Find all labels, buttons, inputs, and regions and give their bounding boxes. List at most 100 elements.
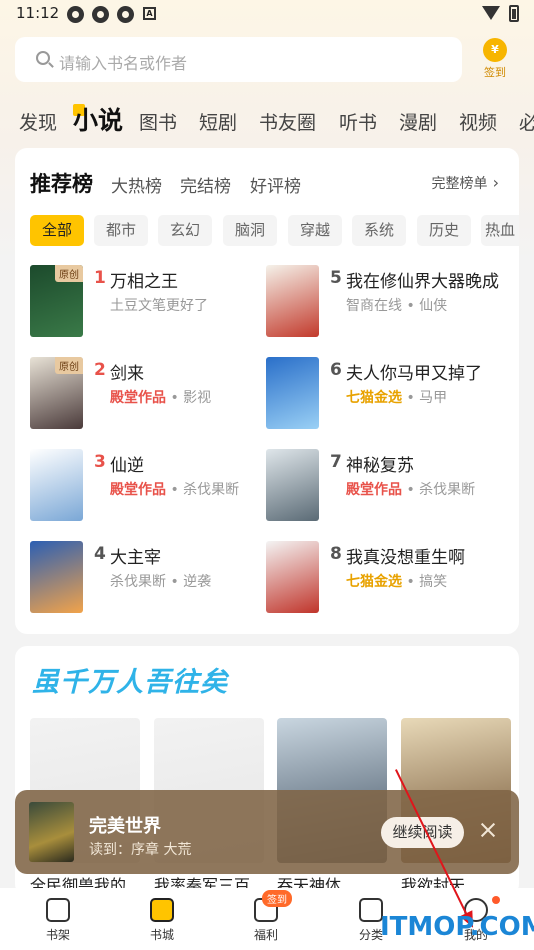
wifi-icon (482, 6, 500, 20)
rank-number: 1 (94, 268, 106, 288)
status-time: 11:12 (16, 4, 60, 22)
book-cover[interactable] (266, 265, 319, 337)
tab-books[interactable]: 图书 (139, 108, 177, 135)
signin-label: 签到 (484, 66, 506, 79)
book-meta: 杀伐果断 • 逆袭 (110, 571, 211, 591)
tab-completed-ranking[interactable]: 完结榜 (180, 172, 231, 197)
nav-label: 书城 (149, 928, 174, 942)
nav-bookstore[interactable]: 书城 (122, 888, 202, 950)
book-label-tag: 七猫金选 (346, 390, 402, 406)
book-cover[interactable] (266, 541, 319, 613)
ranking-book-item[interactable]: 5 我在修仙界大器晚成智商在线 • 仙侠 (266, 265, 501, 337)
watermark-text: ITMOP.COM (380, 912, 534, 942)
tab-discover[interactable]: 发现 (19, 108, 57, 135)
tab-novel[interactable]: 小说 (73, 101, 123, 137)
tab-more[interactable]: 必 (519, 108, 534, 135)
rank-number: 5 (330, 268, 342, 288)
ranking-book-item[interactable]: 7 神秘复苏殿堂作品 • 杀伐果断 (266, 449, 501, 521)
ranking-book-item[interactable]: 原创 1 万相之王土豆文笔更好了 (30, 265, 265, 337)
book-title: 我在修仙界大器晚成 (346, 272, 499, 292)
continue-reading-bar[interactable]: 完美世界 读到：序章 大荒 继续阅读 (15, 790, 519, 874)
app-notification-icon (117, 6, 134, 23)
nav-welfare[interactable]: 签到 福利 (226, 888, 306, 950)
original-badge: 原创 (55, 357, 83, 374)
tab-rated-ranking[interactable]: 好评榜 (250, 172, 301, 197)
book-meta-text: 杀伐果断 (419, 482, 476, 498)
book-cover[interactable] (266, 357, 319, 429)
book-meta: 土豆文笔更好了 (110, 295, 208, 315)
book-cover[interactable] (30, 449, 83, 521)
genre-chip-system[interactable]: 系统 (352, 215, 406, 246)
book-meta-text: 智商在线 • 仙侠 (346, 298, 448, 314)
coin-icon: ¥ (483, 38, 507, 62)
book-title: 我真没想重生啊 (346, 548, 465, 568)
channel-tabs: 发现 小说 图书 短剧 书友圈 听书 漫剧 视频 必 (0, 100, 534, 140)
book-title: 仙逆 (110, 456, 144, 476)
book-meta-text: 杀伐果断 (183, 482, 240, 498)
book-cover[interactable]: 原创 (30, 357, 83, 429)
genre-chip-urban[interactable]: 都市 (94, 215, 148, 246)
recommend-slogan: 虽千万人吾往矣 (32, 667, 228, 698)
close-icon[interactable] (480, 822, 496, 838)
tab-short-drama[interactable]: 短剧 (199, 108, 237, 135)
bookshelf-icon (46, 898, 70, 922)
genre-chip-all[interactable]: 全部 (30, 215, 84, 246)
ranking-book-item[interactable]: 原创 2 剑来 殿堂作品 • 影视 (30, 357, 265, 429)
app-notification-icon (92, 6, 109, 23)
book-meta-text: 影视 (183, 390, 212, 406)
ranking-book-item[interactable]: 8 我真没想重生啊七猫金选 • 搞笑 (266, 541, 501, 613)
tab-video[interactable]: 视频 (459, 108, 497, 135)
ranking-card: 推荐榜 大热榜 完结榜 好评榜 完整榜单 全部 都市 玄幻 脑洞 穿越 系统 历… (15, 148, 519, 634)
search-input[interactable]: 请输入书名或作者 (15, 37, 462, 82)
book-cover[interactable] (30, 541, 83, 613)
genre-chip-passion[interactable]: 热血 (481, 215, 519, 246)
book-cover[interactable] (266, 449, 319, 521)
book-title: 大主宰 (110, 548, 161, 568)
book-label-tag: 殿堂作品 (346, 482, 402, 498)
ranking-book-item[interactable]: 3 仙逆殿堂作品 • 杀伐果断 (30, 449, 265, 521)
book-title: 夫人你马甲又掉了 (346, 364, 482, 384)
book-meta: 殿堂作品 • 杀伐果断 (346, 482, 476, 498)
search-icon (36, 51, 50, 65)
nav-label: 福利 (253, 928, 278, 942)
book-meta: 殿堂作品 • 影视 (110, 390, 212, 406)
genre-chip-brainhole[interactable]: 脑洞 (223, 215, 277, 246)
signin-button[interactable]: ¥ 签到 (475, 38, 515, 82)
a-notification-icon: A (143, 7, 156, 20)
rank-number: 3 (94, 452, 106, 472)
genre-chip-fantasy[interactable]: 玄幻 (158, 215, 212, 246)
book-meta-text: 马甲 (419, 390, 448, 406)
ranking-book-item[interactable]: 6 夫人你马甲又掉了 七猫金选 • 马甲 (266, 357, 501, 429)
book-label-tag: 七猫金选 (346, 574, 402, 590)
rank-number: 7 (330, 452, 342, 472)
nav-bookshelf[interactable]: 书架 (18, 888, 98, 950)
book-label-tag: 殿堂作品 (110, 390, 166, 406)
continue-book-cover[interactable] (29, 802, 74, 862)
tab-audiobook[interactable]: 听书 (339, 108, 377, 135)
book-title: 神秘复苏 (346, 456, 414, 476)
ranking-book-item[interactable]: 4 大主宰 杀伐果断 • 逆袭 (30, 541, 265, 613)
tab-book-circle[interactable]: 书友圈 (259, 108, 316, 135)
genre-chip-timetravel[interactable]: 穿越 (288, 215, 342, 246)
continue-book-progress: 读到：序章 大荒 (89, 842, 192, 858)
book-meta: 智商在线 • 仙侠 (346, 295, 447, 315)
rank-number: 6 (330, 360, 342, 380)
book-meta-text: 搞笑 (419, 574, 448, 590)
book-meta: 殿堂作品 • 杀伐果断 (110, 482, 240, 498)
ranking-title[interactable]: 推荐榜 (30, 168, 93, 198)
rank-number: 8 (330, 544, 342, 564)
notification-dot (492, 896, 500, 904)
book-title: 万相之王 (110, 272, 178, 292)
bookstore-icon (150, 898, 174, 922)
original-badge: 原创 (55, 265, 83, 282)
book-meta: 七猫金选 • 搞笑 (346, 574, 448, 590)
genre-chip-history[interactable]: 历史 (417, 215, 471, 246)
app-notification-icon (67, 6, 84, 23)
tab-hot-ranking[interactable]: 大热榜 (111, 172, 162, 197)
full-ranking-link[interactable]: 完整榜单 (432, 173, 499, 193)
rank-number: 2 (94, 360, 106, 380)
book-cover[interactable]: 原创 (30, 265, 83, 337)
battery-icon (509, 5, 519, 22)
search-placeholder: 请输入书名或作者 (59, 54, 188, 73)
tab-comic-drama[interactable]: 漫剧 (399, 108, 437, 135)
